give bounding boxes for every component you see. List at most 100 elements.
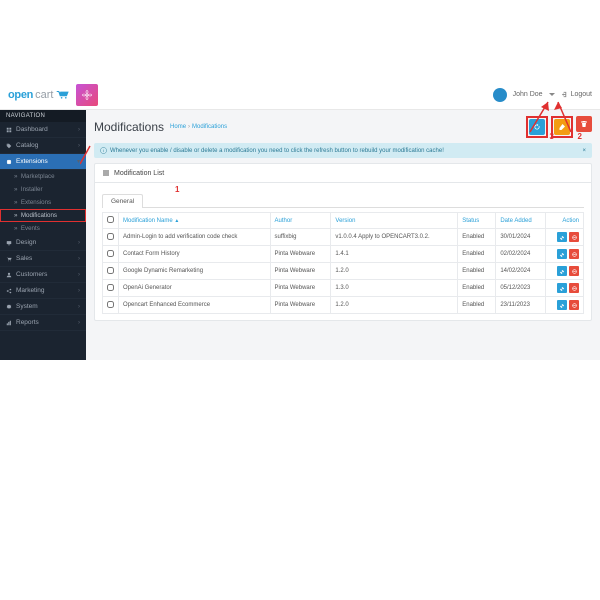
- cell-status: Enabled: [458, 280, 496, 297]
- row-checkbox[interactable]: [107, 233, 114, 240]
- cell-version: 1.4.1: [331, 246, 458, 263]
- cell-author: Pinta Webware: [270, 297, 331, 314]
- sidebar-item-marketing[interactable]: Marketing›: [0, 283, 86, 299]
- main-content: Modifications Home›Modifications i Whene…: [86, 110, 600, 360]
- tab-general[interactable]: General: [102, 194, 143, 208]
- sidebar-sub-extensions[interactable]: » Extensions: [0, 196, 86, 209]
- flower-icon: [81, 89, 93, 101]
- chevron-down-icon: ▾: [77, 158, 80, 165]
- gear-icon: [6, 304, 12, 310]
- annotation-1: 1: [175, 185, 179, 194]
- col-checkbox: [103, 213, 119, 229]
- cell-author: Pinta Webware: [270, 246, 331, 263]
- row-disable-button[interactable]: [569, 249, 579, 259]
- cell-author: suffixbig: [270, 229, 331, 246]
- col-author[interactable]: Author: [270, 213, 331, 229]
- col-status[interactable]: Status: [458, 213, 496, 229]
- refresh-icon: [533, 123, 541, 131]
- cell-date: 02/02/2024: [496, 246, 546, 263]
- row-checkbox[interactable]: [107, 284, 114, 291]
- link-icon: [560, 252, 565, 257]
- alert-close-button[interactable]: ×: [582, 148, 586, 154]
- cell-author: Pinta Webware: [270, 263, 331, 280]
- row-disable-button[interactable]: [569, 232, 579, 242]
- minus-circle-icon: [572, 303, 577, 308]
- chevron-right-icon: ›: [78, 272, 80, 278]
- row-disable-button[interactable]: [569, 300, 579, 310]
- brand-text-2: cart: [35, 89, 53, 101]
- sidebar-sub-events[interactable]: » Events: [0, 222, 86, 235]
- nav-section-title: NAVIGATION: [0, 110, 86, 122]
- svg-text:i: i: [103, 148, 104, 153]
- user-name[interactable]: John Doe: [513, 91, 543, 98]
- row-disable-button[interactable]: [569, 283, 579, 293]
- minus-circle-icon: [572, 252, 577, 257]
- link-icon: [560, 303, 565, 308]
- row-edit-button[interactable]: [557, 249, 567, 259]
- list-icon: [102, 169, 110, 177]
- annotation-2: 2: [578, 132, 582, 141]
- breadcrumb-home[interactable]: Home: [170, 124, 186, 130]
- sidebar-item-reports[interactable]: Reports›: [0, 315, 86, 331]
- cell-version: v1.0.0.4 Apply to OPENCART3.0.2.: [331, 229, 458, 246]
- logout-button[interactable]: Logout: [561, 91, 592, 98]
- clear-button[interactable]: [554, 119, 570, 135]
- row-edit-button[interactable]: [557, 232, 567, 242]
- table-row: Contact Form HistoryPinta Webware1.4.1En…: [103, 246, 584, 263]
- cart-icon: [6, 256, 12, 262]
- chevron-down-icon[interactable]: [549, 93, 555, 96]
- breadcrumb-current[interactable]: Modifications: [192, 124, 227, 130]
- select-all-checkbox[interactable]: [107, 216, 114, 223]
- page-title: Modifications: [94, 120, 164, 134]
- cell-name: OpenAi Generator: [119, 280, 271, 297]
- chevron-right-icon: ›: [78, 256, 80, 262]
- chevron-right-icon: ›: [78, 127, 80, 133]
- chevron-right-icon: ›: [78, 320, 80, 326]
- brand-text-1: open: [8, 89, 33, 101]
- sidebar-sub-installer[interactable]: » Installer: [0, 183, 86, 196]
- table-row: Opencart Enhanced EcommercePinta Webware…: [103, 297, 584, 314]
- row-checkbox[interactable]: [107, 250, 114, 257]
- sidebar-item-customers[interactable]: Customers›: [0, 267, 86, 283]
- link-icon: [560, 269, 565, 274]
- sidebar-sub-modifications[interactable]: » Modifications: [0, 209, 86, 222]
- modification-panel: Modification List 1 General Modification…: [94, 163, 592, 321]
- tags-icon: [6, 143, 12, 149]
- col-name[interactable]: Modification Name ▲: [119, 213, 271, 229]
- refresh-button[interactable]: [529, 119, 545, 135]
- col-version[interactable]: Version: [331, 213, 458, 229]
- row-edit-button[interactable]: [557, 300, 567, 310]
- bars-icon: [6, 320, 12, 326]
- user-icon: [6, 272, 12, 278]
- cell-author: Pinta Webware: [270, 280, 331, 297]
- row-edit-button[interactable]: [557, 283, 567, 293]
- info-icon: i: [100, 147, 107, 154]
- cell-status: Enabled: [458, 246, 496, 263]
- app-badge[interactable]: [76, 84, 98, 106]
- minus-circle-icon: [572, 235, 577, 240]
- table-row: Admin-Login to add verification code che…: [103, 229, 584, 246]
- sidebar-item-sales[interactable]: Sales›: [0, 251, 86, 267]
- cell-status: Enabled: [458, 263, 496, 280]
- sidebar-item-extensions[interactable]: Extensions▾: [0, 154, 86, 170]
- sidebar-sub-marketplace[interactable]: » Marketplace: [0, 170, 86, 183]
- trash-icon: [580, 120, 588, 128]
- sidebar-item-design[interactable]: Design›: [0, 235, 86, 251]
- puzzle-icon: [6, 159, 12, 165]
- row-disable-button[interactable]: [569, 266, 579, 276]
- avatar[interactable]: [493, 88, 507, 102]
- brand-logo[interactable]: opencart: [8, 89, 70, 101]
- breadcrumb: Home›Modifications: [170, 124, 227, 130]
- cell-name: Google Dynamic Remarketing: [119, 263, 271, 280]
- sidebar-item-system[interactable]: System›: [0, 299, 86, 315]
- row-checkbox[interactable]: [107, 267, 114, 274]
- sidebar-item-catalog[interactable]: Catalog›: [0, 138, 86, 154]
- sidebar-item-dashboard[interactable]: Dashboard›: [0, 122, 86, 138]
- eraser-icon: [558, 123, 566, 131]
- table-row: OpenAi GeneratorPinta Webware1.3.0Enable…: [103, 280, 584, 297]
- row-edit-button[interactable]: [557, 266, 567, 276]
- delete-button[interactable]: [576, 116, 592, 132]
- col-date[interactable]: Date Added: [496, 213, 546, 229]
- row-checkbox[interactable]: [107, 301, 114, 308]
- desktop-icon: [6, 240, 12, 246]
